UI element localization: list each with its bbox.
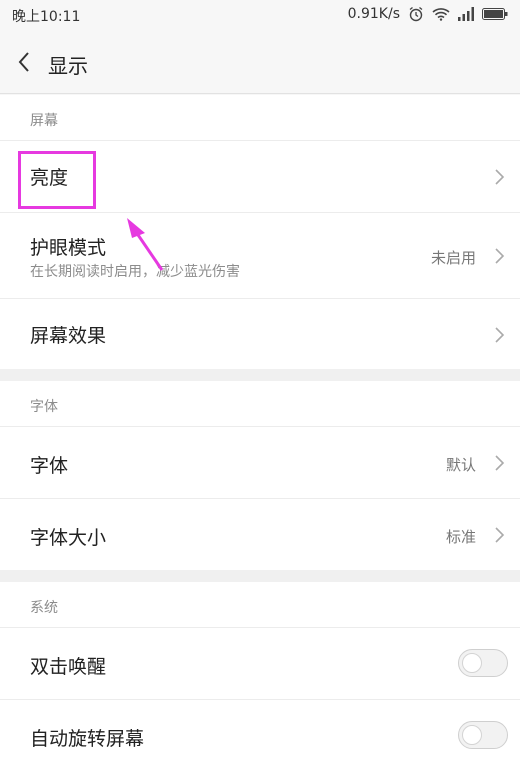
section-gap: [0, 369, 520, 381]
network-speed: 0.91K/s: [347, 6, 400, 22]
section-gap: [0, 570, 520, 582]
chevron-right-icon: [495, 169, 505, 185]
signal-icon: [458, 7, 474, 21]
toggle-auto-rotate[interactable]: [458, 721, 508, 749]
row-screen-effect[interactable]: 屏幕效果: [0, 299, 520, 369]
wifi-icon: [432, 7, 450, 21]
row-value-font-size: 标准: [445, 528, 476, 546]
row-auto-rotate[interactable]: 自动旋转屏幕: [0, 700, 520, 775]
row-value-font: 默认: [445, 456, 476, 474]
toggle-knob: [462, 653, 482, 673]
section-header-screen: 屏幕: [0, 95, 520, 141]
page-title: 显示: [48, 54, 88, 78]
status-bar: 晚上10:11 0.91K/s: [0, 0, 520, 30]
row-double-tap-wake[interactable]: 双击唤醒: [0, 628, 520, 699]
section-header-system: 系统: [0, 582, 520, 628]
row-subtitle-eye-protection: 在长期阅读时启用，减少蓝光伤害: [30, 264, 240, 280]
row-label-font-size: 字体大小: [30, 527, 107, 549]
row-font[interactable]: 字体 默认: [0, 427, 520, 498]
chevron-right-icon: [495, 527, 505, 543]
chevron-right-icon: [495, 455, 505, 471]
row-label-eye-protection: 护眼模式: [30, 237, 107, 259]
status-icons: 0.91K/s: [348, 6, 508, 22]
chevron-right-icon: [495, 327, 505, 343]
back-chevron-icon: [18, 52, 29, 72]
row-label-auto-rotate: 自动旋转屏幕: [30, 728, 145, 750]
toggle-knob: [462, 725, 482, 745]
highlight-box: [18, 151, 96, 209]
title-bar: 显示: [0, 30, 520, 94]
toggle-double-tap-wake[interactable]: [458, 649, 508, 677]
row-label-double-tap-wake: 双击唤醒: [30, 656, 107, 678]
alarm-icon: [408, 6, 424, 22]
row-value-eye-protection: 未启用: [430, 249, 476, 267]
back-button[interactable]: [8, 46, 40, 78]
chevron-right-icon: [495, 248, 505, 264]
row-font-size[interactable]: 字体大小 标准: [0, 499, 520, 570]
row-label-font: 字体: [30, 455, 69, 477]
section-header-font: 字体: [0, 381, 520, 427]
battery-icon: [482, 8, 508, 20]
row-eye-protection[interactable]: 护眼模式 在长期阅读时启用，减少蓝光伤害 未启用: [0, 213, 520, 298]
row-label-screen-effect: 屏幕效果: [30, 325, 107, 347]
status-time: 晚上10:11: [12, 9, 81, 25]
